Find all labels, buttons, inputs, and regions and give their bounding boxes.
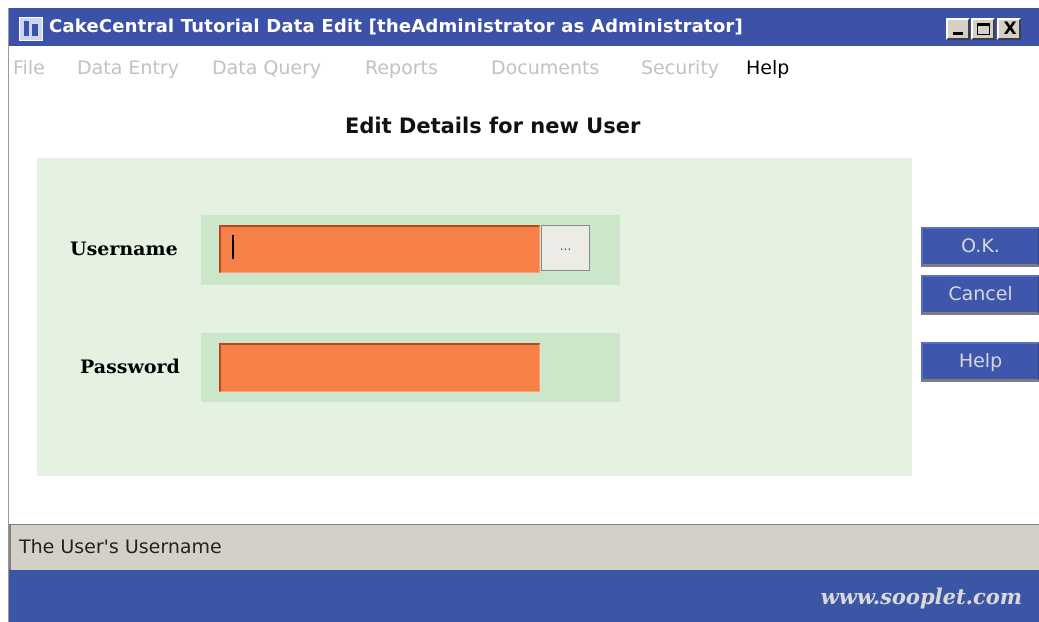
minimize-icon — [953, 32, 963, 35]
menu-security[interactable]: Security — [641, 57, 719, 79]
page-title: Edit Details for new User — [345, 114, 641, 138]
menu-documents[interactable]: Documents — [491, 57, 599, 79]
title-bar[interactable]: CakeCentral Tutorial Data Edit [theAdmin… — [9, 8, 1039, 46]
status-bar: The User's Username — [9, 524, 1039, 570]
menu-help[interactable]: Help — [746, 57, 789, 79]
footer-website: www.sooplet.com — [820, 584, 1022, 609]
maximize-button[interactable] — [971, 18, 995, 40]
status-text: The User's Username — [19, 536, 222, 558]
text-caret — [232, 235, 234, 259]
menu-data-entry[interactable]: Data Entry — [77, 57, 179, 79]
maximize-icon — [977, 23, 990, 35]
password-label: Password — [80, 356, 180, 378]
menu-file[interactable]: File — [13, 57, 45, 79]
cancel-button[interactable]: Cancel — [921, 275, 1039, 315]
help-button[interactable]: Help — [921, 342, 1039, 382]
close-button[interactable]: X — [997, 18, 1021, 40]
menu-data-query[interactable]: Data Query — [212, 57, 321, 79]
app-window: CakeCentral Tutorial Data Edit [theAdmin… — [8, 8, 1039, 622]
menu-bar: File Data Entry Data Query Reports Docum… — [9, 48, 1039, 79]
menu-reports[interactable]: Reports — [365, 57, 438, 79]
close-icon: X — [1003, 19, 1017, 39]
password-field-box — [201, 333, 620, 402]
app-icon — [19, 17, 43, 41]
footer-band: www.sooplet.com — [9, 570, 1039, 622]
username-input[interactable] — [219, 225, 540, 273]
ok-button[interactable]: O.K. — [921, 227, 1039, 267]
form-panel: Username ... Password — [37, 158, 912, 476]
username-lookup-button[interactable]: ... — [541, 225, 590, 271]
username-label: Username — [70, 238, 178, 260]
password-input[interactable] — [219, 343, 540, 392]
window-title: CakeCentral Tutorial Data Edit [theAdmin… — [49, 16, 743, 37]
username-field-box: ... — [201, 215, 620, 285]
minimize-button[interactable] — [946, 18, 970, 40]
